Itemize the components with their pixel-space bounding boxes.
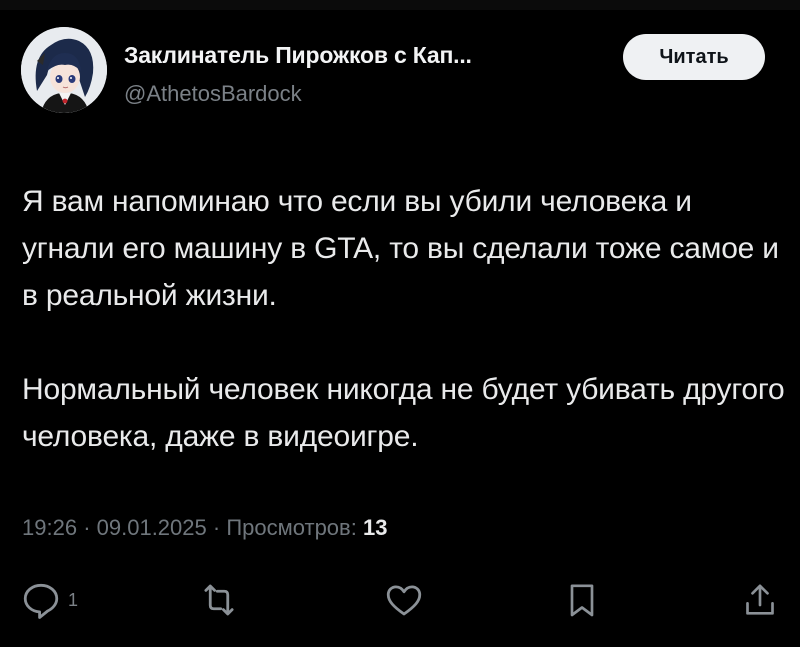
meta-separator: · bbox=[83, 515, 91, 540]
avatar-image bbox=[21, 27, 107, 113]
tweet-meta: 19:26 · 09.01.2025 · Просмотров: 13 bbox=[22, 515, 387, 541]
tweet-text: Я вам напоминаю что если вы убили челове… bbox=[22, 178, 792, 460]
action-bar: 1 bbox=[0, 578, 800, 628]
tweet-paragraph: Я вам напоминаю что если вы убили челове… bbox=[22, 185, 779, 312]
avatar[interactable] bbox=[21, 27, 107, 113]
follow-button[interactable]: Читать bbox=[623, 34, 765, 80]
top-edge bbox=[0, 0, 800, 10]
tweet-paragraph: Нормальный человек никогда не будет убив… bbox=[22, 373, 785, 453]
views-label: Просмотров: bbox=[226, 515, 357, 540]
reply-icon bbox=[23, 583, 59, 619]
author-name[interactable]: Заклинатель Пирожков с Кап... bbox=[124, 42, 472, 69]
meta-separator: · bbox=[212, 515, 221, 540]
bookmark-icon bbox=[570, 584, 594, 617]
share-button[interactable] bbox=[740, 578, 780, 622]
retweet-icon bbox=[204, 584, 234, 616]
tweet-date[interactable]: 09.01.2025 bbox=[97, 515, 207, 540]
heart-icon bbox=[386, 585, 422, 616]
views-count: 13 bbox=[362, 515, 388, 540]
bookmark-button[interactable] bbox=[562, 578, 602, 622]
tweet-time[interactable]: 19:26 bbox=[22, 515, 77, 540]
reply-button[interactable]: 1 bbox=[20, 578, 78, 622]
author-handle[interactable]: @AthetosBardock bbox=[124, 81, 302, 107]
reply-count: 1 bbox=[68, 589, 79, 610]
like-button[interactable] bbox=[383, 578, 425, 622]
share-icon bbox=[746, 584, 774, 615]
retweet-button[interactable] bbox=[198, 578, 240, 622]
